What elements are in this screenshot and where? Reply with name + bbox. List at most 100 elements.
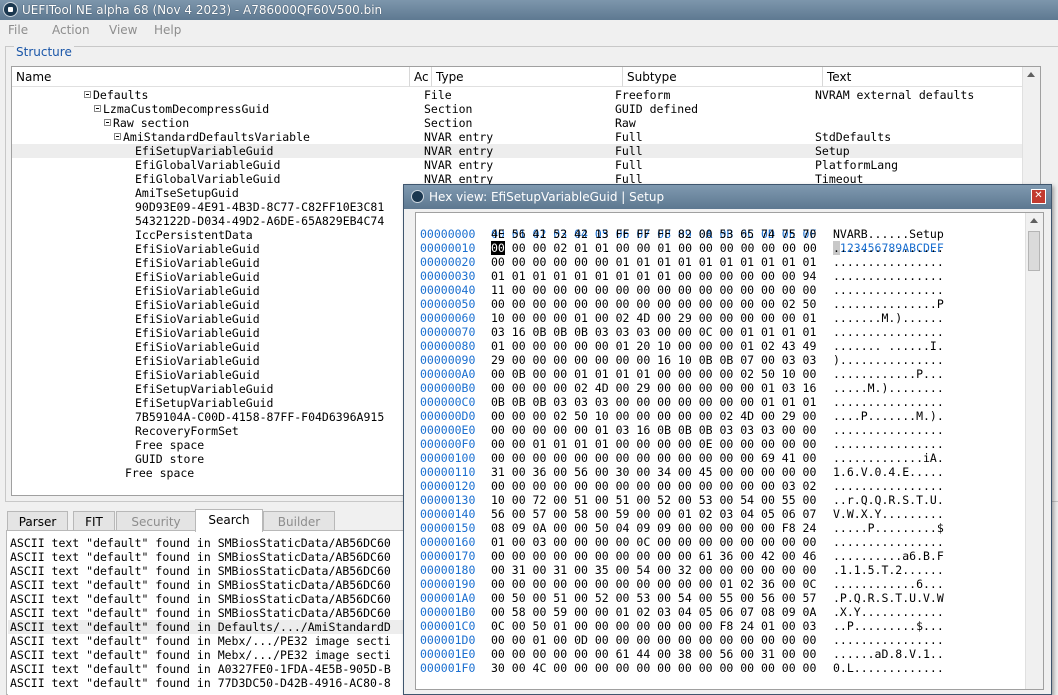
hex-ascii[interactable]: NVARB......Setup [833, 227, 944, 241]
close-icon[interactable]: ✕ [1031, 189, 1046, 204]
column-header-subtype[interactable]: Subtype [623, 67, 823, 87]
tree-row[interactable]: Raw section Section Raw [12, 116, 1024, 130]
menu-file[interactable]: File [8, 23, 28, 37]
column-header-type[interactable]: Type [432, 67, 623, 87]
hex-ascii[interactable]: ..........a6.B.F [833, 549, 944, 563]
column-header-name[interactable]: Name [12, 67, 410, 87]
hex-bytes[interactable]: 00 00 00 02 01 01 00 00 01 00 00 00 00 0… [491, 241, 817, 255]
hex-ascii[interactable]: ..P.........$... [833, 619, 944, 633]
search-result-item[interactable]: ASCII text "default" found in Mebx/.../P… [8, 648, 408, 662]
hex-bytes[interactable]: 11 00 00 00 00 00 00 00 00 00 00 00 00 0… [491, 283, 816, 297]
column-header-action[interactable]: Ac [410, 67, 432, 87]
hex-bytes[interactable]: 01 00 03 00 00 00 00 0C 00 00 00 00 00 0… [491, 535, 816, 549]
search-result-item[interactable]: ASCII text "default" found in Defaults/.… [8, 620, 408, 634]
tree-row[interactable]: EfiGlobalVariableGuid NVAR entry Full Platf… [12, 158, 1024, 172]
hex-ascii[interactable]: .....P.........$ [833, 521, 944, 535]
hex-ascii[interactable]: .....M.)........ [833, 381, 944, 395]
hex-bytes[interactable]: 08 09 0A 00 00 50 04 09 09 00 00 00 00 0… [491, 521, 816, 535]
hex-bytes[interactable]: 00 00 00 00 00 01 03 16 0B 0B 0B 03 03 0… [491, 423, 816, 437]
hex-ascii[interactable]: ...............P [833, 297, 944, 311]
search-results-list[interactable]: ASCII text "default" found in SMBiosStat… [8, 536, 408, 695]
hex-bytes[interactable]: 03 16 0B 0B 0B 03 03 03 00 00 0C 00 01 0… [491, 325, 816, 339]
hex-bytes[interactable]: 00 00 00 00 00 00 00 00 00 00 61 36 00 4… [491, 549, 816, 563]
hex-ascii[interactable]: ................ [833, 325, 944, 339]
column-header-text[interactable]: Text [823, 67, 1024, 87]
hex-ascii[interactable]: ................ [833, 479, 944, 493]
hex-bytes[interactable]: 00 31 00 31 00 35 00 54 00 32 00 00 00 0… [491, 563, 816, 577]
hex-ascii[interactable]: .X.Y............ [833, 605, 944, 619]
hex-ascii[interactable]: ................ [833, 535, 944, 549]
search-result-item[interactable]: ASCII text "default" found in SMBiosStat… [8, 564, 408, 578]
tree-row[interactable]: Defaults File Freeform NVRAM external defau… [12, 88, 1024, 102]
tab-search[interactable]: Search [195, 509, 263, 532]
collapse-icon[interactable] [114, 133, 121, 140]
search-result-item[interactable]: ASCII text "default" found in Mebx/.../P… [8, 634, 408, 648]
tree-row[interactable]: AmiStandardDefaultsVariable NVAR entry Ful… [12, 130, 1024, 144]
hex-bytes[interactable]: 00 00 00 00 00 00 00 00 00 00 00 00 00 0… [491, 479, 816, 493]
hex-bytes[interactable]: 00 00 00 00 00 00 61 44 00 38 00 56 00 3… [491, 647, 816, 661]
hex-bytes[interactable]: 10 00 00 00 01 00 02 4D 00 29 00 00 00 0… [491, 311, 816, 325]
hex-bytes[interactable]: 00 00 00 00 00 00 01 01 01 01 01 01 01 0… [491, 255, 816, 269]
hex-view-title-bar[interactable]: Hex view: EfiSetupVariableGuid | Setup ✕ [404, 185, 1051, 209]
hex-bytes[interactable]: 00 00 01 01 01 01 00 00 00 00 0E 00 00 0… [491, 437, 816, 451]
hex-bytes[interactable]: 0B 0B 0B 03 03 03 00 00 00 00 00 00 00 0… [491, 395, 816, 409]
hex-ascii[interactable]: ....... ......I. [833, 339, 944, 353]
hex-bytes[interactable]: 29 00 00 00 00 00 00 00 16 10 0B 0B 07 0… [491, 353, 816, 367]
search-result-item[interactable]: ASCII text "default" found in SMBiosStat… [8, 606, 408, 620]
hex-bytes[interactable]: 31 00 36 00 56 00 30 00 34 00 45 00 00 0… [491, 465, 816, 479]
search-result-item[interactable]: ASCII text "default" found in 77D3DC50-D… [8, 676, 408, 690]
hex-cursor[interactable]: 00 [491, 241, 505, 255]
hex-ascii[interactable]: .............iA. [833, 451, 944, 465]
search-result-item[interactable]: ASCII text "default" found in A0327FE0-1… [8, 662, 408, 676]
tree-row[interactable]: LzmaCustomDecompressGuid Section GUID defi… [12, 102, 1024, 116]
hex-ascii[interactable]: 1.6.V.0.4.E..... [833, 465, 944, 479]
hex-ascii[interactable]: ................ [833, 633, 944, 647]
hex-ascii[interactable]: .1.1.5.T.2...... [833, 563, 944, 577]
tab-builder[interactable]: Builder [263, 511, 335, 531]
hex-editor[interactable]: 00 01 02 03 04 05 06 07 08 09 0A 0B 0C 0… [415, 212, 1044, 690]
collapse-icon[interactable] [94, 105, 101, 112]
hex-bytes[interactable]: 00 58 00 59 00 00 01 02 03 04 05 06 07 0… [491, 605, 816, 619]
hex-ascii[interactable]: ................ [833, 437, 944, 451]
search-result-item[interactable]: ASCII text "default" found in SMBiosStat… [8, 536, 408, 550]
tab-parser[interactable]: Parser [7, 511, 68, 531]
hex-ascii[interactable]: )............... [833, 353, 944, 367]
hex-bytes[interactable]: 4E 56 41 52 42 13 FF FF FF 82 00 53 65 7… [491, 227, 816, 241]
tab-fit[interactable]: FIT [73, 511, 115, 531]
hex-ascii[interactable]: ................ [833, 269, 944, 283]
menu-view[interactable]: View [109, 23, 137, 37]
hex-bytes[interactable]: 00 00 00 00 00 00 00 00 00 00 00 00 00 0… [491, 297, 816, 311]
search-result-item[interactable]: ASCII text "default" found in SMBiosStat… [8, 578, 408, 592]
hex-bytes[interactable]: 00 00 00 00 02 4D 00 29 00 00 00 00 00 0… [491, 381, 816, 395]
hex-ascii[interactable]: ....P.......M.). [833, 409, 944, 423]
hex-ascii[interactable]: 0.L............. [833, 661, 944, 675]
hex-ascii[interactable]: ......aD.8.V.1.. [833, 647, 944, 661]
hex-ascii[interactable]: .......M.)...... [833, 311, 944, 325]
hex-bytes[interactable]: 00 00 00 02 50 10 00 00 00 00 00 02 4D 0… [491, 409, 816, 423]
hex-ascii[interactable]: ................ [833, 255, 944, 269]
hex-bytes[interactable]: 00 50 00 51 00 52 00 53 00 54 00 55 00 5… [491, 591, 816, 605]
hex-bytes[interactable]: 01 01 01 01 01 01 01 01 01 00 00 00 00 0… [491, 269, 816, 283]
hex-bytes[interactable]: 56 00 57 00 58 00 59 00 00 01 02 03 04 0… [491, 507, 816, 521]
hex-bytes[interactable]: 00 0B 00 00 01 01 01 01 00 00 00 00 02 5… [491, 367, 816, 381]
scroll-thumb[interactable] [1028, 231, 1040, 271]
hex-ascii[interactable]: .P.Q.R.S.T.U.V.W [833, 591, 944, 605]
hex-bytes[interactable]: 00 00 01 00 0D 00 00 00 00 00 00 00 00 0… [491, 633, 816, 647]
tree-row[interactable]: EfiSetupVariableGuid NVAR entry Full Setup [12, 144, 1024, 158]
hex-ascii[interactable]: ............6... [833, 577, 944, 591]
hex-scrollbar[interactable] [1025, 213, 1043, 689]
hex-bytes[interactable]: 00 00 00 00 00 00 00 00 00 00 00 01 02 3… [491, 577, 816, 591]
hex-ascii[interactable]: ..r.Q.Q.R.S.T.U. [833, 493, 944, 507]
scroll-up-icon[interactable] [1030, 218, 1038, 223]
menu-help[interactable]: Help [154, 23, 181, 37]
hex-ascii[interactable]: ................ [833, 241, 944, 255]
hex-bytes[interactable]: 30 00 4C 00 00 00 00 00 00 00 00 00 00 0… [491, 661, 816, 675]
hex-bytes[interactable]: 0C 00 50 01 00 00 00 00 00 00 00 F8 24 0… [491, 619, 816, 633]
hex-ascii[interactable]: ................ [833, 395, 944, 409]
search-result-item[interactable]: ASCII text "default" found in SMBiosStat… [8, 550, 408, 564]
scroll-up-icon[interactable] [1027, 72, 1035, 77]
menu-action[interactable]: Action [52, 23, 90, 37]
hex-bytes[interactable]: 00 00 00 00 00 00 00 00 00 00 00 00 00 6… [491, 451, 816, 465]
collapse-icon[interactable] [104, 119, 111, 126]
hex-ascii[interactable]: V.W.X.Y......... [833, 507, 944, 521]
